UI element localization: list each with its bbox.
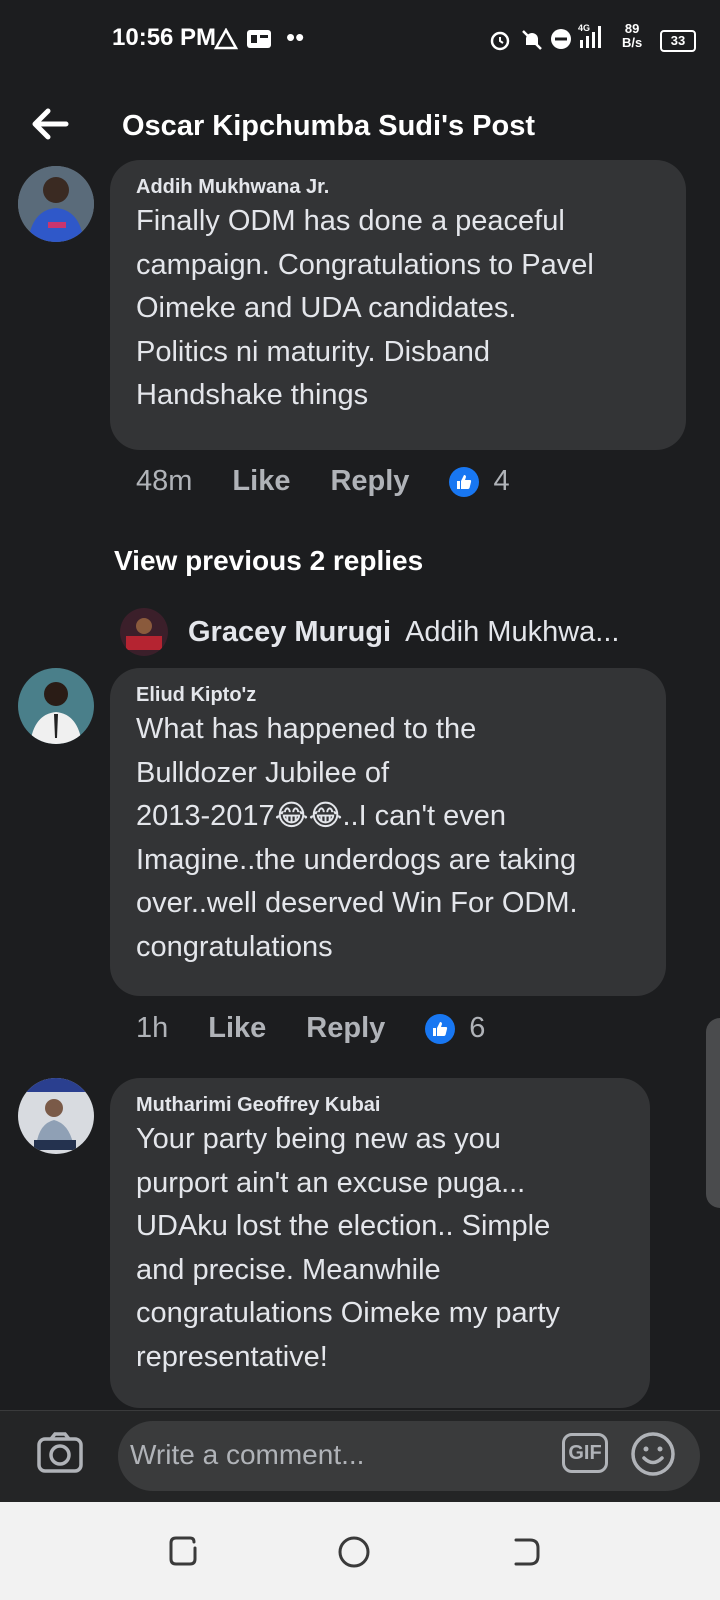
reply-button[interactable]: Reply [330, 465, 409, 498]
like-reaction-icon[interactable] [425, 1013, 456, 1044]
comment-bubble[interactable]: Mutharimi Geoffrey Kubai Your party bein… [110, 1078, 650, 1408]
scroll-handle[interactable] [706, 1018, 720, 1208]
reply-preview[interactable]: Gracey Murugi Addih Mukhwa... [120, 608, 619, 656]
battery-icon: 33 [660, 30, 696, 52]
comment-author[interactable]: Mutharimi Geoffrey Kubai [136, 1092, 624, 1118]
comment-actions: 48m Like Reply 4 [136, 465, 510, 498]
reply-author[interactable]: Gracey Murugi [188, 616, 391, 649]
comment-bubble[interactable]: Addih Mukhwana Jr. Finally ODM has done … [110, 160, 686, 450]
home-button[interactable] [334, 1532, 374, 1572]
camera-button[interactable] [36, 1431, 84, 1475]
back-button[interactable] [28, 102, 72, 146]
status-bar: 10:56 PM •• 4G 89 B/s 33 [0, 0, 720, 80]
recent-apps-button[interactable] [164, 1532, 204, 1572]
back-nav-button[interactable] [506, 1532, 546, 1572]
dnd-icon [550, 28, 572, 56]
page-title: Oscar Kipchumba Sudi's Post [122, 110, 535, 142]
gif-button[interactable]: GIF [562, 1433, 608, 1473]
camera-icon [37, 1432, 83, 1473]
like-button[interactable]: Like [232, 465, 290, 498]
reaction-count[interactable]: 4 [493, 465, 509, 498]
warning-icon [213, 27, 239, 56]
smiley-icon [631, 1432, 675, 1476]
comment-author[interactable]: Addih Mukhwana Jr. [136, 174, 660, 200]
emoji-button[interactable] [630, 1431, 676, 1477]
notification-card-icon [246, 28, 272, 56]
reaction-count[interactable]: 6 [469, 1012, 485, 1045]
alarm-icon [488, 28, 512, 58]
system-nav-bar [0, 1502, 720, 1600]
avatar[interactable] [18, 166, 94, 242]
net-speed-value: 89 [624, 21, 640, 36]
net-speed: 89 B/s [622, 22, 642, 50]
comment-composer: Write a comment... GIF [0, 1410, 720, 1503]
comment-text: Your party being new as you purport ain'… [136, 1123, 560, 1373]
recents-icon [169, 1536, 197, 1566]
more-notifications-icon: •• [286, 22, 305, 52]
comment-time[interactable]: 1h [136, 1012, 168, 1045]
net-speed-unit: B/s [622, 35, 643, 50]
reply-text-preview: Addih Mukhwa... [405, 615, 620, 648]
comment-time[interactable]: 48m [136, 465, 192, 498]
comment-actions: 1h Like Reply 6 [136, 1012, 485, 1045]
avatar[interactable] [18, 668, 94, 744]
comment-input[interactable]: Write a comment... GIF [118, 1421, 700, 1491]
view-previous-replies-link[interactable]: View previous 2 replies [114, 545, 423, 577]
comment-author[interactable]: Eliud Kipto'z [136, 682, 640, 708]
reply-avatar[interactable] [120, 608, 168, 656]
comment-input-placeholder[interactable]: Write a comment... [130, 1439, 364, 1471]
back-arrow-icon [32, 108, 69, 140]
like-reaction-icon[interactable] [449, 466, 480, 497]
comment-text: Finally ODM has done a peaceful campaign… [136, 205, 594, 411]
avatar[interactable] [18, 1078, 94, 1154]
signal-icon: 4G [578, 22, 608, 56]
back-nav-icon [514, 1538, 540, 1566]
comment-bubble[interactable]: Eliud Kipto'z What has happened to the B… [110, 668, 666, 996]
reply-button[interactable]: Reply [306, 1012, 385, 1045]
home-icon [338, 1536, 370, 1568]
like-button[interactable]: Like [208, 1012, 266, 1045]
status-time: 10:56 PM [112, 24, 217, 51]
post-header: Oscar Kipchumba Sudi's Post [0, 90, 720, 170]
comment-text: What has happened to the Bulldozer Jubil… [136, 713, 578, 963]
mute-icon [520, 28, 544, 58]
network-type-label: 4G [578, 23, 590, 33]
